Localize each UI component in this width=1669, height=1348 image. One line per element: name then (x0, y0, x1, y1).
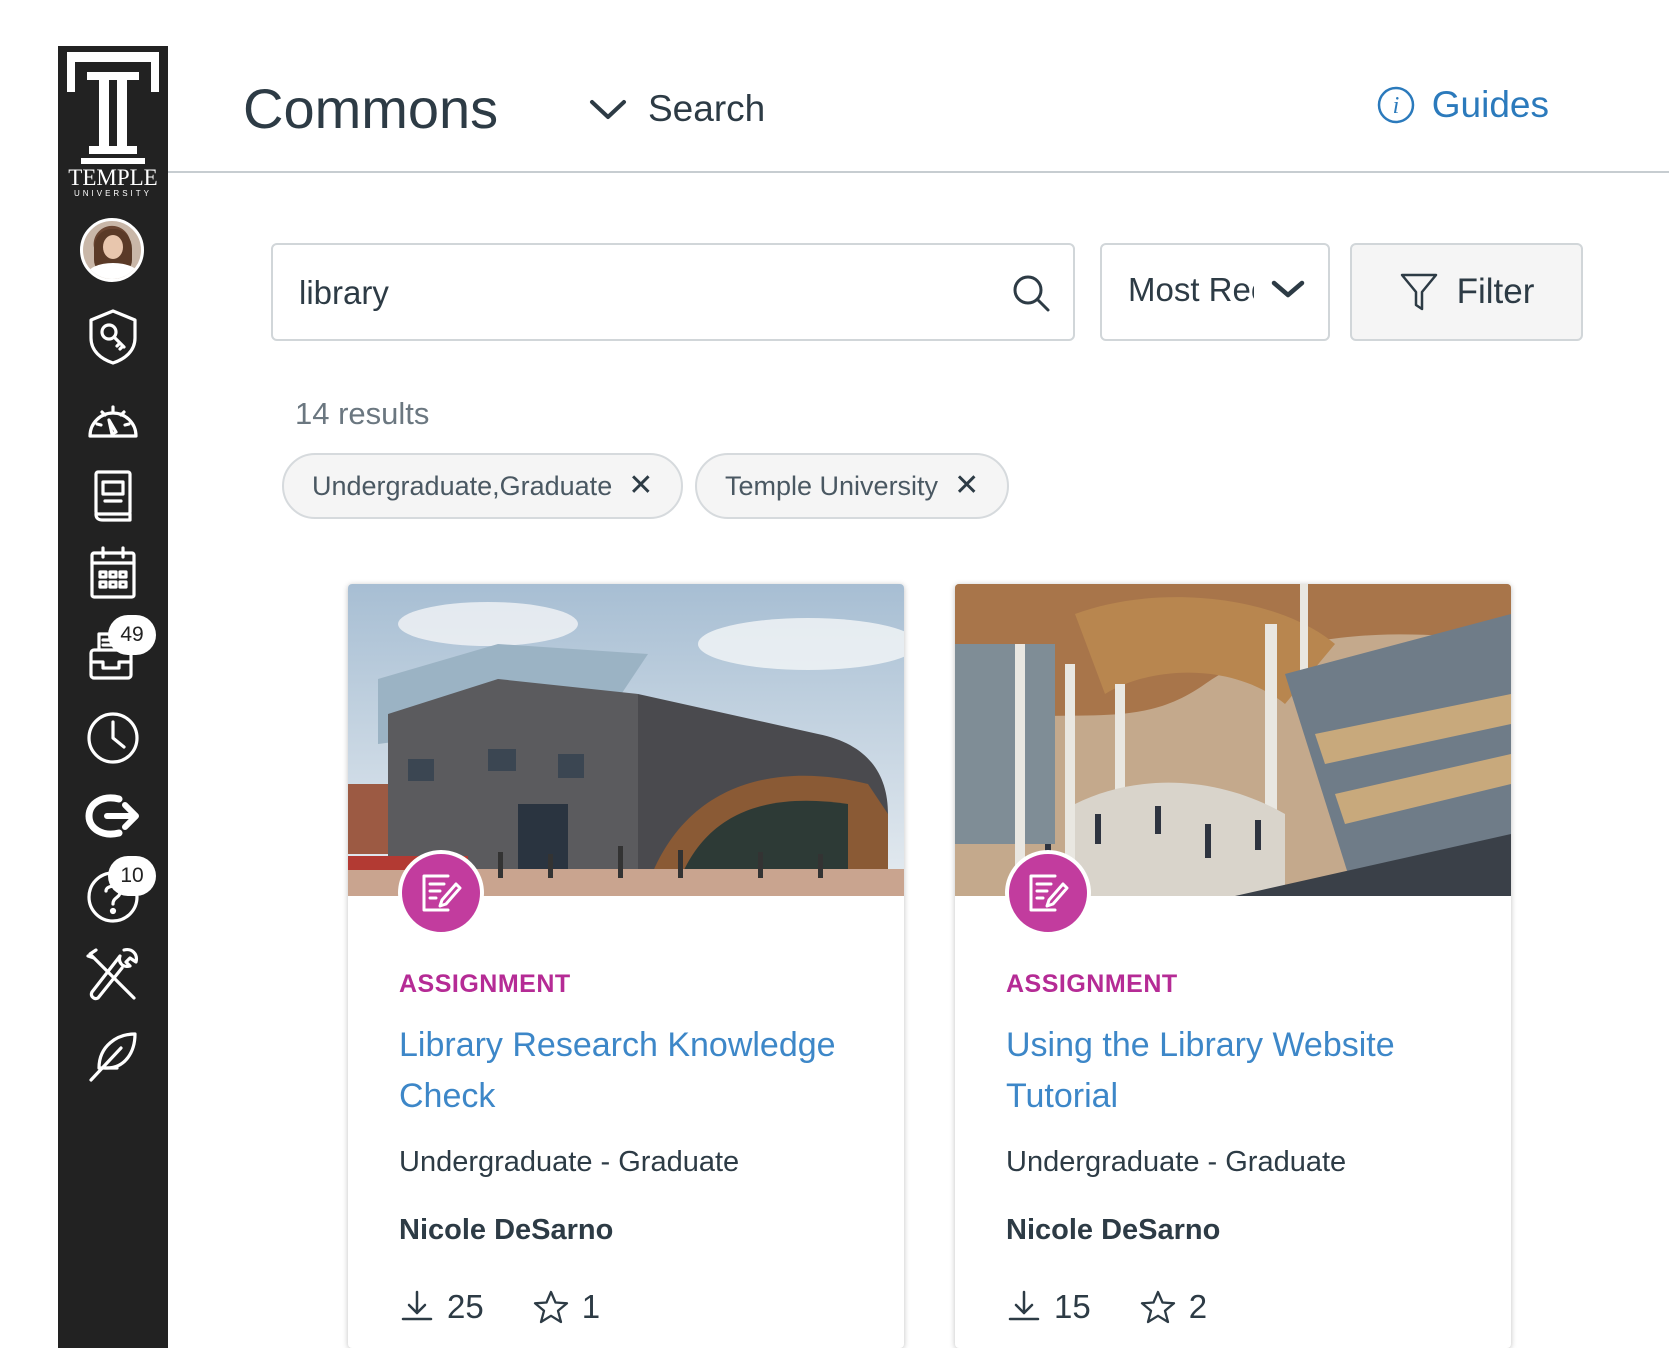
page-title: Commons (243, 77, 499, 140)
sort-select-value: Most Recent (1128, 271, 1254, 308)
download-icon (401, 1290, 433, 1321)
assignment-icon (398, 850, 484, 936)
filter-pill-label: Undergraduate,Graduate (312, 470, 613, 501)
filter-pill-label: Temple University (725, 470, 939, 501)
inbox-unread-badge: 49 (108, 615, 156, 655)
logo-subtitle: UNIVERSITY (73, 189, 152, 198)
favorite-count-value: 2 (1188, 1288, 1208, 1325)
account-avatar[interactable] (80, 218, 144, 282)
filter-button-label: Filter (1456, 272, 1535, 311)
chevron-down-icon (1271, 280, 1305, 298)
search-icon[interactable] (1011, 273, 1051, 313)
filter-button[interactable]: Filter (1350, 243, 1583, 341)
resource-card[interactable]: ASSIGNMENT Using the Library Website Tut… (955, 584, 1511, 1348)
resource-card[interactable]: ASSIGNMENT Library Research Knowledge Ch… (348, 584, 904, 1348)
resource-author: Nicole DeSarno (399, 1214, 614, 1246)
download-icon (1008, 1290, 1040, 1321)
guides-link[interactable]: i Guides (1376, 84, 1549, 126)
library-building-image (348, 584, 904, 896)
star-icon (1140, 1290, 1175, 1324)
commons-arrow-icon[interactable] (84, 787, 142, 845)
feather-icon[interactable] (84, 1028, 142, 1086)
favorite-count-value: 1 (581, 1288, 601, 1325)
resource-grade-level: Undergraduate - Graduate (1006, 1146, 1347, 1178)
download-count-value: 25 (447, 1288, 484, 1325)
resource-title-link[interactable]: Library Research Knowledge Check (399, 1020, 869, 1122)
filter-pill[interactable]: Temple University ✕ (695, 453, 1010, 519)
commons-nav-dropdown[interactable]: Search (588, 84, 765, 134)
star-icon (533, 1290, 568, 1324)
library-interior-image (955, 584, 1511, 896)
temple-t-logo-icon (67, 52, 159, 164)
svg-text:i: i (1392, 93, 1399, 119)
favorite-count: 2 (1139, 1288, 1207, 1326)
download-count: 25 (399, 1288, 484, 1326)
temple-logo[interactable]: TEMPLE UNIVERSITY (58, 46, 168, 198)
search-box (271, 243, 1075, 341)
download-count: 15 (1006, 1288, 1091, 1326)
page-header: Commons Search i Guides (168, 46, 1669, 173)
search-input[interactable] (299, 265, 979, 321)
resource-type-label: ASSIGNMENT (1006, 970, 1178, 998)
guides-label: Guides (1431, 84, 1549, 125)
assignment-icon (1005, 850, 1091, 936)
card-thumbnail-library-interior (955, 584, 1511, 896)
resource-type-label: ASSIGNMENT (399, 970, 571, 998)
resource-title-link[interactable]: Using the Library Website Tutorial (1006, 1020, 1476, 1122)
remove-filter-icon[interactable]: ✕ (954, 471, 979, 501)
card-thumbnail-library-exterior (348, 584, 904, 896)
resource-stats: 25 1 (399, 1288, 648, 1326)
info-icon: i (1377, 86, 1415, 124)
help-notification-badge: 10 (108, 856, 156, 896)
courses-book-icon[interactable] (84, 467, 142, 525)
calendar-icon[interactable] (84, 544, 142, 602)
global-navigation: TEMPLE UNIVERSITY 49 10 (58, 46, 168, 1348)
favorite-count: 1 (532, 1288, 600, 1326)
logo-wordmark: TEMPLE (68, 165, 158, 190)
remove-filter-icon[interactable]: ✕ (628, 471, 653, 501)
filter-funnel-icon (1400, 273, 1437, 311)
resource-stats: 15 2 (1006, 1288, 1255, 1326)
nav-dropdown-label: Search (648, 88, 766, 129)
resource-author: Nicole DeSarno (1006, 1214, 1221, 1246)
history-clock-icon[interactable] (84, 709, 142, 767)
sort-select[interactable]: Most Recent (1100, 243, 1330, 341)
admin-shield-icon[interactable] (84, 308, 142, 366)
filter-pill[interactable]: Undergraduate,Graduate ✕ (282, 453, 684, 519)
results-count: 14 results (295, 396, 430, 431)
download-count-value: 15 (1054, 1288, 1091, 1325)
dashboard-speedometer-icon[interactable] (84, 390, 142, 448)
resource-grade-level: Undergraduate - Graduate (399, 1146, 740, 1178)
tools-icon[interactable] (84, 946, 142, 1004)
chevron-down-icon (590, 100, 626, 119)
